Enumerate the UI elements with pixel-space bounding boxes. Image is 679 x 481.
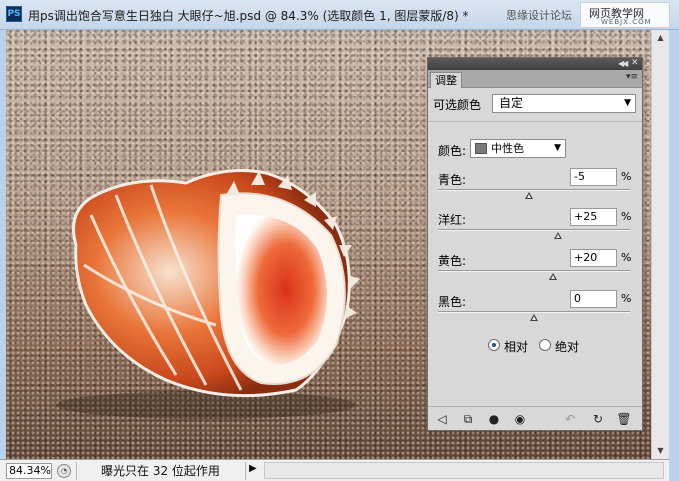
panel-bottom-toolbar: ◁ ⧉ ● ◉ ↶ ↻ 🗑 — [428, 406, 642, 430]
previous-state-icon[interactable]: ↶ — [562, 411, 578, 427]
vertical-scrollbar[interactable]: ▲ ▼ — [651, 30, 669, 459]
preset-value: 自定 — [499, 96, 524, 110]
panel-tab-row: 调整 ▾≡ — [428, 70, 642, 88]
slider-label: 黄色: — [438, 254, 467, 268]
window-title: 用ps调出饱合写意生日独白 大眼仔~旭.psd @ 84.3% (选取颜色 1,… — [28, 9, 469, 23]
percent-unit: % — [621, 292, 632, 305]
divider — [428, 121, 642, 122]
clip-layer-icon[interactable]: ⧉ — [460, 411, 476, 427]
radio-relative[interactable] — [488, 339, 500, 351]
slider-label: 青色: — [438, 173, 467, 187]
adjustment-type-label: 可选颜色 — [433, 98, 482, 112]
slider-track[interactable] — [438, 229, 630, 231]
slider-thumb-icon[interactable] — [549, 273, 558, 280]
slider-track[interactable] — [438, 270, 630, 272]
radio-relative-label[interactable]: 相对 — [504, 338, 528, 355]
slider-yellow: 黄色: +20 % — [428, 249, 642, 289]
horizontal-scrollbar[interactable] — [264, 462, 664, 479]
color-dropdown[interactable]: 中性色 ▼ — [470, 139, 566, 158]
slider-thumb-icon[interactable] — [525, 192, 534, 199]
watermark-site-left: 思缘设计论坛 — [506, 9, 572, 22]
seashell-image — [56, 169, 360, 419]
radio-absolute[interactable] — [539, 339, 551, 351]
dropdown-arrow-icon: ▼ — [554, 143, 561, 153]
slider-thumb-icon[interactable] — [554, 232, 562, 239]
slider-magenta: 洋红: +25 % — [428, 208, 642, 248]
zoom-level-field[interactable]: 84.34% — [6, 463, 52, 479]
preset-dropdown[interactable]: 自定 ▼ — [492, 94, 636, 113]
percent-unit: % — [621, 251, 632, 264]
color-label: 颜色: — [438, 144, 467, 158]
panel-header-bar[interactable]: ◀◀ ✕ — [428, 58, 642, 70]
slider-value-input[interactable]: 0 — [570, 290, 617, 308]
slider-cyan: 青色: -5 % — [428, 168, 642, 208]
panel-menu-icon[interactable]: ▾≡ — [626, 72, 638, 82]
window-edge — [669, 30, 679, 481]
title-bar: PS 用ps调出饱合写意生日独白 大眼仔~旭.psd @ 84.3% (选取颜色… — [0, 0, 679, 30]
dropdown-arrow-icon: ▼ — [624, 98, 631, 108]
close-panel-icon[interactable]: ✕ — [631, 58, 639, 68]
slider-thumb-icon[interactable] — [530, 314, 538, 321]
visibility-eye-icon[interactable]: ◉ — [512, 411, 528, 427]
scroll-up-arrow-icon[interactable]: ▲ — [652, 30, 669, 46]
status-menu-arrow-icon[interactable]: ▶ — [249, 463, 257, 474]
method-radio-group: 相对 绝对 — [488, 338, 638, 354]
status-info-text: 曝光只在 32 位起作用 — [76, 462, 246, 480]
delete-icon[interactable]: 🗑 — [616, 411, 632, 427]
radio-absolute-label[interactable]: 绝对 — [555, 338, 579, 355]
percent-unit: % — [621, 210, 632, 223]
status-info-icon[interactable]: ◔ — [57, 464, 71, 478]
slider-label: 黑色: — [438, 295, 467, 309]
adjustments-panel: ◀◀ ✕ 调整 ▾≡ 可选颜色 自定 ▼ 颜色: 中性色 ▼ 青色: -5 % … — [427, 57, 643, 431]
collapse-panel-icon[interactable]: ◀◀ — [618, 59, 628, 68]
watermark-url: WEBJX.COM — [601, 18, 652, 26]
status-bar: 84.34% ◔ 曝光只在 32 位起作用 ▶ — [0, 459, 669, 481]
mask-icon[interactable]: ● — [486, 411, 502, 427]
watermark-logo: 网页教学网 WEBJX.COM — [580, 2, 670, 28]
photoshop-app-icon[interactable]: PS — [6, 6, 22, 22]
tab-adjustments[interactable]: 调整 — [430, 72, 462, 88]
slider-value-input[interactable]: +25 — [570, 208, 617, 226]
slider-value-input[interactable]: +20 — [570, 249, 617, 267]
slider-track[interactable] — [438, 189, 630, 191]
back-arrow-icon[interactable]: ◁ — [434, 411, 450, 427]
slider-value-input[interactable]: -5 — [570, 168, 617, 186]
percent-unit: % — [621, 170, 632, 183]
scroll-down-arrow-icon[interactable]: ▼ — [652, 443, 669, 459]
slider-label: 洋红: — [438, 213, 467, 227]
color-swatch — [475, 143, 487, 154]
color-value: 中性色 — [491, 142, 524, 155]
reset-icon[interactable]: ↻ — [590, 411, 606, 427]
slider-black: 黑色: 0 % — [428, 290, 642, 330]
slider-track[interactable] — [438, 311, 630, 313]
